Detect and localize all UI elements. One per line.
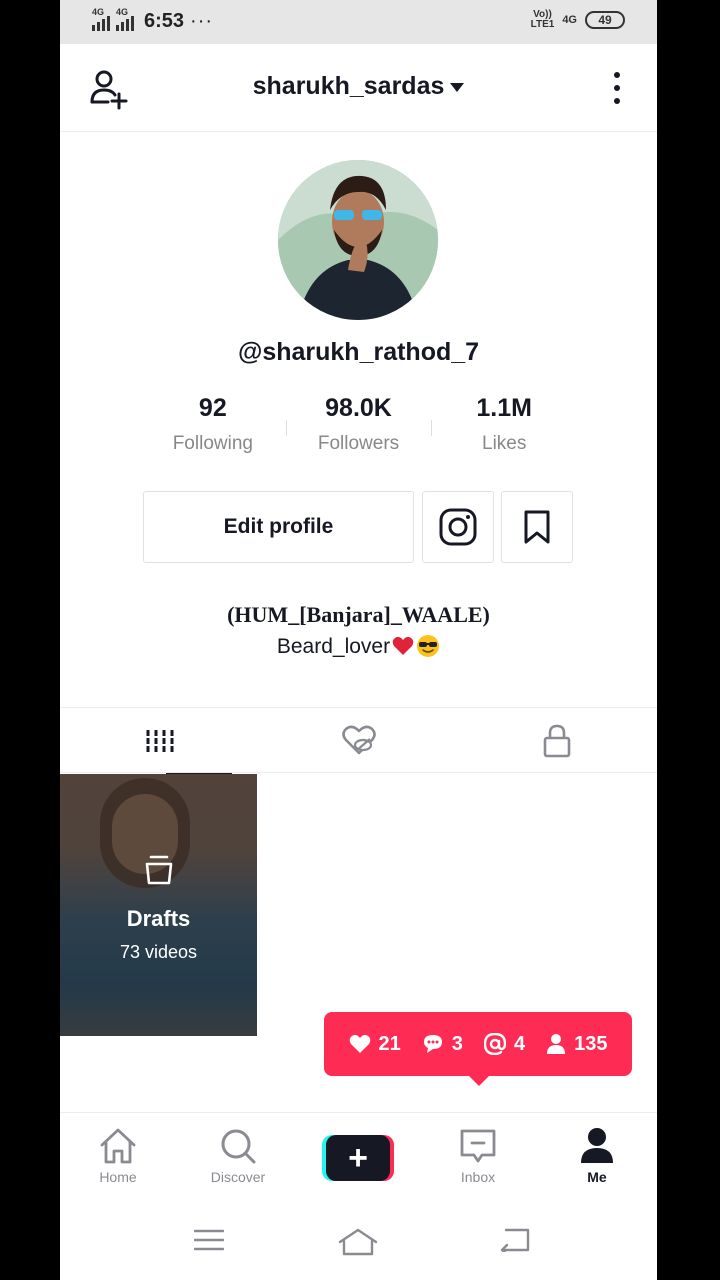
drafts-box-icon (145, 855, 173, 885)
back-icon[interactable] (498, 1228, 530, 1252)
more-options-button[interactable] (609, 72, 625, 104)
more-vertical-icon (614, 72, 620, 78)
nav-home-label: Home (99, 1169, 137, 1185)
heart-icon (349, 1034, 370, 1053)
account-switcher[interactable]: sharukh_sardas (60, 72, 657, 101)
stat-following[interactable]: 92 Following (140, 394, 286, 464)
bio-text: Beard_lover (276, 635, 391, 658)
profile-stats: 92 Following 98.0K Followers 1.1M Likes (140, 394, 577, 464)
stat-value: 92 (198, 394, 227, 422)
person-icon (547, 1034, 566, 1054)
edit-profile-button[interactable]: Edit profile (143, 491, 414, 563)
search-icon (221, 1129, 256, 1164)
phone-screen: 4G 4G 6:53 ··· Vo)) LTE1 4G 49 sharukh_s… (60, 0, 657, 1280)
notification-dots: ··· (190, 10, 214, 32)
stat-likes[interactable]: 1.1M Likes (431, 394, 577, 464)
comment-icon (423, 1035, 442, 1053)
favorites-button[interactable] (501, 491, 573, 563)
drafts-count: 73 videos (119, 942, 198, 962)
nav-me[interactable]: Me (547, 1127, 647, 1185)
lock-icon (543, 724, 571, 758)
content-tabs (60, 707, 657, 775)
stat-label: Following (172, 433, 253, 454)
instagram-icon (439, 508, 477, 546)
inbox-icon (460, 1129, 496, 1163)
create-video-button[interactable]: + (322, 1135, 394, 1183)
notif-comments-count: 3 (451, 1032, 463, 1055)
drafts-tile[interactable]: Drafts 73 videos (60, 774, 257, 1036)
bio-line-2: Beard_lover (60, 634, 657, 659)
bookmark-icon (524, 510, 550, 544)
stat-value: 98.0K (325, 394, 392, 422)
nav-home[interactable]: Home (68, 1127, 168, 1185)
profile-header: sharukh_sardas (60, 44, 657, 132)
tab-private[interactable] (497, 708, 617, 774)
profile-icon (581, 1128, 613, 1163)
menu-icon[interactable] (194, 1228, 224, 1252)
tab-videos[interactable] (99, 708, 232, 775)
signal-icon: 4G (92, 7, 110, 31)
battery-level: 49 (598, 13, 612, 27)
bottom-navigation: Home Discover + Inbox Me (60, 1112, 657, 1200)
nav-inbox[interactable]: Inbox (428, 1127, 528, 1185)
clock: 6:53 (144, 10, 185, 32)
avatar-image (278, 160, 438, 320)
caret-down-icon (450, 82, 465, 92)
stat-value: 1.1M (476, 394, 532, 422)
battery-icon: 49 (585, 11, 625, 29)
notif-comments: 3 (422, 1033, 463, 1056)
avatar[interactable] (278, 160, 438, 320)
status-right: Vo)) LTE1 4G 49 (531, 10, 625, 30)
username: sharukh_sardas (252, 72, 445, 100)
activity-notification-bubble[interactable]: 21 3 4 135 (324, 1012, 632, 1086)
plus-icon: + (326, 1135, 390, 1181)
home-icon (100, 1128, 136, 1164)
system-home-icon[interactable] (338, 1228, 378, 1256)
drafts-title: Drafts (126, 906, 191, 931)
bio-line-1: (HUM_[Banjara]_WAALE) (227, 602, 490, 627)
grid-icon (146, 730, 174, 752)
sunglasses-emoji-icon (417, 635, 440, 657)
thumbnail-overlay (60, 774, 257, 1036)
heart-hidden-icon (342, 725, 376, 755)
notif-likes-count: 21 (378, 1032, 401, 1055)
stat-followers[interactable]: 98.0K Followers (285, 394, 432, 464)
stat-label: Followers (317, 433, 400, 454)
nav-discover[interactable]: Discover (188, 1127, 288, 1185)
at-icon (483, 1033, 506, 1055)
network-type: 4G (562, 14, 577, 26)
notif-followers: 135 (546, 1033, 607, 1056)
notif-likes: 21 (349, 1033, 401, 1056)
system-navigation-bar (60, 1210, 657, 1280)
stat-label: Likes (482, 433, 527, 454)
volte-indicator: Vo)) LTE1 (530, 9, 555, 30)
nav-discover-label: Discover (210, 1169, 266, 1185)
heart-emoji-icon (392, 636, 414, 655)
status-bar: 4G 4G 6:53 ··· Vo)) LTE1 4G 49 (60, 0, 657, 44)
profile-handle: @sharukh_rathod_7 (237, 338, 480, 366)
notif-followers-count: 135 (574, 1032, 608, 1055)
tab-liked[interactable] (299, 708, 419, 774)
nav-me-label: Me (587, 1169, 607, 1185)
instagram-button[interactable] (422, 491, 494, 563)
nav-inbox-label: Inbox (460, 1169, 496, 1185)
notif-mentions-count: 4 (513, 1032, 526, 1055)
signal-icon: 4G (116, 7, 134, 31)
status-left: 4G 4G 6:53 ··· (92, 7, 214, 33)
notif-mentions: 4 (483, 1032, 526, 1056)
